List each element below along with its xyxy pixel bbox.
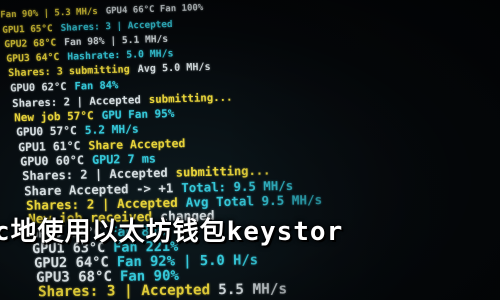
terminal-segment: Avg 5.0 MH/s [137, 61, 211, 76]
terminal-segment: Share Accepted [88, 136, 186, 153]
terminal-segment: GPU2 68°C [4, 37, 57, 51]
terminal-segment: GPU0 62°C [10, 80, 67, 95]
terminal-segment: Fan 90% | 5.3 MH/s [0, 6, 98, 21]
terminal-photo: Fan 90% | 5.3 MH/s GPU4 66°C Fan 100% GPU1… [0, 0, 500, 300]
terminal-segment: GPU0 57°C [15, 124, 77, 139]
terminal-segment: 5.5 MH/s [218, 281, 288, 299]
terminal-segment: Shares: 3 submitting [8, 64, 130, 80]
terminal-segment: GPU1 61°C [17, 138, 81, 155]
terminal-segment: submitting... [148, 90, 233, 107]
terminal-segment: GPU Fan 95% [101, 106, 175, 122]
terminal-segment: New job 57°C [13, 109, 94, 125]
terminal-segment: GPU0 60°C [19, 153, 85, 169]
terminal-segment: GPU2 7 ms [91, 151, 157, 167]
mining-terminal-output: Fan 90% | 5.3 MH/s GPU4 66°C Fan 100% GPU1… [0, 0, 500, 300]
terminal-segment: Hashrate: 5.0 MH/s [67, 48, 174, 63]
terminal-segment: submitting... [175, 163, 271, 180]
terminal-segment: Fan 84% [74, 79, 119, 93]
terminal-segment: GPU1 65°C [2, 23, 53, 36]
terminal-segment: Shares: 3 | Accepted [60, 18, 173, 34]
terminal-segment: GPU3 64°C [6, 51, 60, 65]
terminal-segment: Fan 98% | 5.1 MH/s [64, 33, 169, 49]
terminal-segment: 5.2 MH/s [84, 122, 139, 137]
overlay-caption: c地使用以太坊钱包keystor [0, 217, 344, 247]
terminal-segment: Shares: 3 | Accepted [37, 282, 211, 300]
terminal-segment: GPU4 66°C Fan 100% [105, 3, 204, 17]
